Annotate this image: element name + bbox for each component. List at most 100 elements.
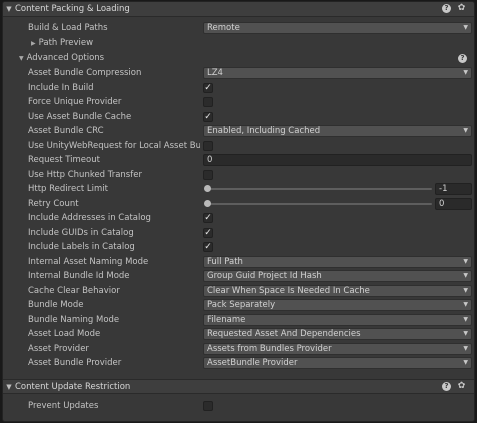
use-http-chunked-transfer-label: Use Http Chunked Transfer bbox=[28, 169, 142, 180]
advanced-options-label: Advanced Options bbox=[26, 53, 105, 63]
dropdown-arrow-icon: ▼ bbox=[463, 24, 468, 31]
bundle-naming-mode-row: Bundle Naming Mode Filename ▼ bbox=[3, 313, 474, 327]
http-redirect-limit-row: Http Redirect Limit -1 bbox=[3, 182, 474, 196]
asset-provider-dropdown[interactable]: Assets from Bundles Provider ▼ bbox=[203, 342, 472, 355]
force-unique-provider-checkbox[interactable] bbox=[203, 97, 213, 107]
force-unique-provider-row: Force Unique Provider bbox=[3, 95, 474, 109]
inspector-panel: ▼ Content Packing & Loading ? ✿ Build & … bbox=[2, 1, 475, 422]
retry-count-value-input[interactable]: 0 bbox=[435, 197, 472, 210]
dropdown-value: Clear When Space Is Needed In Cache bbox=[207, 285, 370, 296]
asset-bundle-provider-label: Asset Bundle Provider bbox=[28, 358, 122, 368]
dropdown-arrow-icon: ▼ bbox=[463, 344, 468, 352]
include-in-build-label: Include In Build bbox=[28, 82, 94, 93]
use-asset-bundle-cache-checkbox[interactable]: ✓ bbox=[203, 111, 213, 122]
dropdown-value: Full Path bbox=[207, 256, 243, 267]
asset-bundle-provider-dropdown[interactable]: AssetBundle Provider ▼ bbox=[203, 357, 472, 369]
dropdown-arrow-icon: ▼ bbox=[463, 69, 468, 76]
build-load-paths-dropdown[interactable]: Remote ▼ bbox=[203, 22, 472, 34]
internal-bundle-id-mode-dropdown[interactable]: Group Guid Project Id Hash ▼ bbox=[203, 270, 472, 282]
dropdown-value: Assets from Bundles Provider bbox=[207, 343, 332, 354]
prevent-updates-label: Prevent Updates bbox=[28, 401, 99, 411]
dropdown-arrow-icon: ▼ bbox=[463, 359, 468, 366]
dropdown-value: Remote bbox=[207, 23, 240, 33]
include-guids-in-catalog-label: Include GUIDs in Catalog bbox=[28, 227, 134, 238]
foldout-open-icon[interactable]: ▼ bbox=[3, 5, 15, 13]
request-timeout-row: Request Timeout 0 bbox=[3, 153, 474, 167]
internal-bundle-id-mode-label: Internal Bundle Id Mode bbox=[28, 271, 130, 281]
foldout-open-icon[interactable]: ▼ bbox=[19, 55, 24, 62]
asset-load-mode-dropdown[interactable]: Requested Asset And Dependencies ▼ bbox=[203, 328, 472, 340]
dropdown-value: Requested Asset And Dependencies bbox=[207, 329, 361, 339]
cache-clear-behavior-row: Cache Clear Behavior Clear When Space Is … bbox=[3, 284, 474, 298]
include-labels-in-catalog-row: Include Labels in Catalog ✓ bbox=[3, 240, 474, 254]
foldout-closed-icon[interactable]: ▶ bbox=[31, 40, 36, 47]
request-timeout-label: Request Timeout bbox=[28, 155, 100, 165]
dropdown-arrow-icon: ▼ bbox=[463, 315, 468, 323]
dropdown-arrow-icon: ▼ bbox=[463, 286, 468, 294]
asset-bundle-provider-row: Asset Bundle Provider AssetBundle Provide… bbox=[3, 356, 474, 370]
section-header-content-update[interactable]: ▼ Content Update Restriction ? ✿ bbox=[3, 379, 474, 394]
http-redirect-limit-value-input[interactable]: -1 bbox=[435, 183, 472, 195]
include-guids-in-catalog-checkbox[interactable]: ✓ bbox=[203, 227, 213, 238]
use-http-chunked-transfer-checkbox[interactable] bbox=[203, 169, 213, 180]
internal-asset-naming-mode-dropdown[interactable]: Full Path ▼ bbox=[203, 255, 472, 268]
dropdown-value: LZ4 bbox=[207, 68, 223, 78]
asset-bundle-crc-dropdown[interactable]: Enabled, Including Cached ▼ bbox=[203, 125, 472, 137]
asset-bundle-compression-dropdown[interactable]: LZ4 ▼ bbox=[203, 67, 472, 79]
dropdown-arrow-icon: ▼ bbox=[463, 257, 468, 265]
retry-count-slider-thumb[interactable] bbox=[204, 199, 211, 207]
include-labels-in-catalog-label: Include Labels in Catalog bbox=[28, 242, 135, 252]
dropdown-value: Filename bbox=[207, 314, 246, 325]
dropdown-value: Pack Separately bbox=[207, 300, 276, 310]
include-labels-in-catalog-checkbox[interactable]: ✓ bbox=[203, 242, 213, 252]
cache-clear-behavior-label: Cache Clear Behavior bbox=[28, 285, 120, 296]
asset-provider-label: Asset Provider bbox=[28, 343, 89, 354]
include-in-build-row: Include In Build ✓ bbox=[3, 81, 474, 95]
force-unique-provider-label: Force Unique Provider bbox=[28, 97, 122, 107]
prevent-updates-checkbox[interactable] bbox=[203, 401, 213, 411]
asset-provider-row: Asset Provider Assets from Bundles Provid… bbox=[3, 342, 474, 356]
help-icon[interactable]: ? bbox=[442, 4, 451, 13]
include-in-build-checkbox[interactable]: ✓ bbox=[203, 82, 213, 93]
use-unitywebrequest-for-local-asset-bun-checkbox[interactable] bbox=[203, 140, 213, 151]
help-icon[interactable]: ? bbox=[442, 382, 451, 391]
include-guids-in-catalog-row: Include GUIDs in Catalog ✓ bbox=[3, 226, 474, 240]
path-preview-foldout[interactable]: ▶ Path Preview bbox=[31, 36, 93, 50]
use-asset-bundle-cache-label: Use Asset Bundle Cache bbox=[28, 111, 132, 122]
dropdown-arrow-icon: ▼ bbox=[463, 301, 468, 308]
internal-asset-naming-mode-label: Internal Asset Naming Mode bbox=[28, 256, 149, 267]
foldout-open-icon[interactable]: ▼ bbox=[3, 383, 15, 391]
retry-count-slider-track[interactable] bbox=[207, 202, 432, 205]
bundle-naming-mode-dropdown[interactable]: Filename ▼ bbox=[203, 313, 472, 326]
use-http-chunked-transfer-row: Use Http Chunked Transfer bbox=[3, 168, 474, 182]
internal-bundle-id-mode-row: Internal Bundle Id Mode Group Guid Projec… bbox=[3, 269, 474, 283]
bundle-mode-label: Bundle Mode bbox=[28, 300, 84, 310]
retry-count-row: Retry Count 0 bbox=[3, 197, 474, 211]
build-load-paths-label: Build & Load Paths bbox=[28, 23, 108, 33]
section-header-content-packing[interactable]: ▼ Content Packing & Loading ? ✿ bbox=[3, 2, 474, 17]
http-redirect-limit-slider-track[interactable] bbox=[207, 188, 432, 190]
http-redirect-limit-slider-thumb[interactable] bbox=[204, 185, 211, 192]
use-unitywebrequest-for-local-asset-bun-row: Use UnityWebRequest for Local Asset Bun bbox=[3, 139, 474, 153]
dropdown-value: AssetBundle Provider bbox=[207, 358, 298, 368]
bundle-mode-dropdown[interactable]: Pack Separately ▼ bbox=[203, 299, 472, 311]
use-unitywebrequest-for-local-asset-bun-label: Use UnityWebRequest for Local Asset Bun bbox=[28, 140, 200, 151]
dropdown-arrow-icon: ▼ bbox=[463, 272, 468, 279]
dropdown-arrow-icon: ▼ bbox=[463, 127, 468, 134]
advanced-options-foldout[interactable]: ▼ Advanced Options bbox=[19, 51, 474, 65]
build-load-paths-row: Build & Load Paths Remote ▼ bbox=[3, 21, 474, 35]
dropdown-arrow-icon: ▼ bbox=[463, 330, 468, 337]
prevent-updates-row: Prevent Updates bbox=[3, 399, 474, 413]
asset-load-mode-row: Asset Load Mode Requested Asset And Depen… bbox=[3, 327, 474, 341]
internal-asset-naming-mode-row: Internal Asset Naming Mode Full Path ▼ bbox=[3, 255, 474, 269]
asset-bundle-compression-label: Asset Bundle Compression bbox=[28, 68, 142, 78]
gear-icon[interactable]: ✿ bbox=[457, 382, 466, 391]
dropdown-value: Group Guid Project Id Hash bbox=[207, 271, 322, 281]
cache-clear-behavior-dropdown[interactable]: Clear When Space Is Needed In Cache ▼ bbox=[203, 284, 472, 297]
section-title: Content Update Restriction bbox=[15, 381, 131, 392]
help-icon[interactable]: ? bbox=[458, 54, 467, 63]
request-timeout-input[interactable]: 0 bbox=[203, 154, 472, 166]
section-title: Content Packing & Loading bbox=[15, 4, 130, 14]
include-addresses-in-catalog-checkbox[interactable]: ✓ bbox=[203, 213, 213, 223]
gear-icon[interactable]: ✿ bbox=[457, 4, 466, 13]
